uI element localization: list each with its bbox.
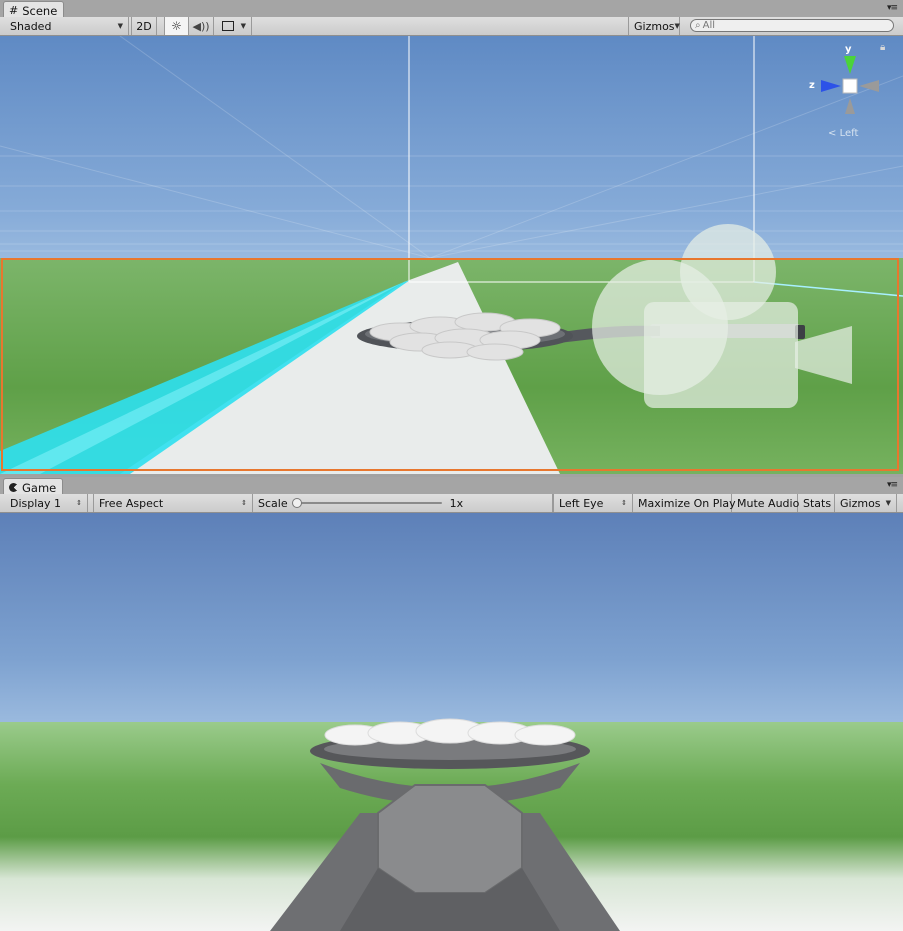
eye-label: Left Eye — [559, 496, 604, 510]
scale-slider-thumb[interactable] — [291, 498, 302, 508]
game-gizmos-dropdown[interactable]: Gizmos ▼ — [835, 494, 897, 512]
aspect-label: Free Aspect — [99, 496, 164, 510]
scale-label: Scale — [258, 496, 288, 510]
selection-outline — [1, 258, 899, 471]
tab-game-label: Game — [22, 480, 57, 495]
game-viewport[interactable] — [0, 513, 903, 931]
scene-gizmos-label: Gizmos — [634, 19, 675, 33]
first-person-racket — [270, 718, 620, 931]
audio-toggle-button[interactable]: ◀)) — [189, 17, 214, 35]
scene-search-input[interactable]: ⌕ All — [690, 19, 894, 32]
draw-mode-dropdown[interactable]: Shaded ▼ — [5, 17, 129, 35]
updown-arrow-icon: ⇕ — [621, 499, 627, 507]
scene-toolbar: Shaded ▼ 2D ☼ ◀)) ▼ Gizmos ▼ ⌕ All — [0, 17, 903, 36]
updown-arrow-icon: ⇕ — [241, 499, 247, 507]
scale-slider[interactable] — [291, 498, 442, 508]
scene-viewport[interactable]: y z 🔒︎ < Left — [0, 36, 903, 474]
dropdown-arrow-icon: ▼ — [885, 499, 891, 507]
mute-label: Mute Audio — [737, 496, 800, 510]
scene-tab-strip: # Scene ▾≡ — [0, 0, 903, 19]
scene-gizmos-dropdown[interactable]: Gizmos ▼ — [628, 17, 680, 35]
updown-arrow-icon: ⇕ — [76, 499, 82, 507]
display-label: Display 1 — [10, 496, 62, 510]
maximize-on-play-toggle[interactable]: Maximize On Play — [633, 494, 736, 512]
scale-slider-group: Scale 1x — [253, 494, 553, 512]
aspect-dropdown[interactable]: Free Aspect ⇕ — [93, 494, 253, 512]
game-toolbar: Display 1 ⇕ Free Aspect ⇕ Scale 1x Left … — [0, 494, 903, 513]
search-placeholder: All — [702, 20, 716, 31]
dropdown-arrow-icon: ▼ — [117, 22, 123, 30]
search-icon: ⌕ — [695, 20, 701, 31]
axis-cones-icon — [821, 56, 879, 114]
stats-toggle[interactable]: Stats — [798, 494, 835, 512]
lighting-toggle-button[interactable]: ☼ — [164, 17, 189, 35]
tab-scene-label: Scene — [22, 3, 58, 18]
maximize-label: Maximize On Play — [638, 496, 736, 510]
draw-mode-label: Shaded — [10, 19, 52, 33]
lock-icon[interactable]: 🔒︎ — [880, 42, 885, 53]
orientation-gizmo[interactable]: y z 🔒︎ < Left — [805, 42, 900, 154]
image-icon — [222, 21, 234, 31]
game-panel-menu-icon[interactable]: ▾≡ — [887, 480, 898, 490]
sun-icon: ☼ — [171, 19, 182, 33]
display-dropdown[interactable]: Display 1 ⇕ — [5, 494, 88, 512]
game-tab-strip: Game ▾≡ — [0, 477, 903, 496]
game-gizmos-label: Gizmos — [840, 496, 881, 510]
view-label-text: Left — [839, 128, 859, 139]
mute-audio-toggle[interactable]: Mute Audio — [732, 494, 800, 512]
eye-dropdown[interactable]: Left Eye ⇕ — [553, 494, 633, 512]
pacman-icon — [9, 483, 18, 492]
scale-slider-track — [293, 502, 442, 504]
dropdown-arrow-icon: ▼ — [240, 22, 246, 30]
scene-panel-menu-icon[interactable]: ▾≡ — [887, 3, 898, 13]
effects-dropdown[interactable]: ▼ — [214, 17, 252, 35]
scale-value: 1x — [449, 496, 464, 510]
view-label-left[interactable]: < Left — [828, 128, 858, 139]
stats-label: Stats — [803, 496, 832, 510]
dropdown-arrow-icon: ▼ — [674, 22, 680, 30]
2d-toggle-label: 2D — [136, 19, 152, 33]
grid-icon: # — [9, 4, 19, 17]
2d-toggle-button[interactable]: 2D — [131, 17, 157, 35]
speaker-icon: ◀)) — [192, 19, 210, 33]
